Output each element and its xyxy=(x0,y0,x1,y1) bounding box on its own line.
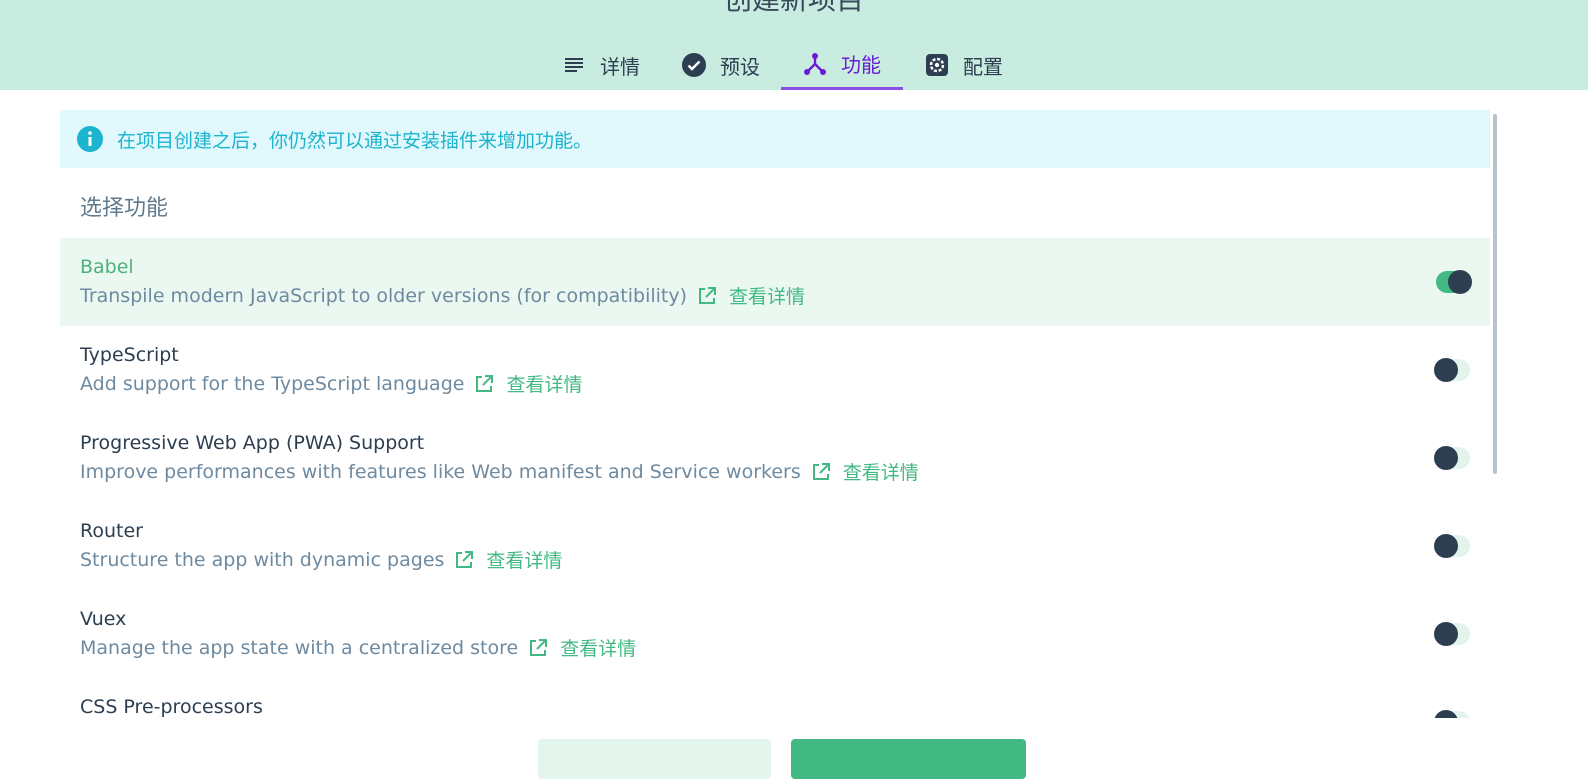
toggle-knob xyxy=(1434,622,1458,646)
tab-label: 配置 xyxy=(963,54,1003,79)
feature-name: Vuex xyxy=(80,608,127,630)
gear-icon xyxy=(925,53,949,77)
details-link-label: 查看详情 xyxy=(729,286,806,308)
details-link[interactable]: 查看详情 xyxy=(697,282,805,309)
external-link-icon xyxy=(697,286,717,306)
feature-pwa[interactable]: Progressive Web App (PWA) Support Improv… xyxy=(60,414,1490,502)
info-icon xyxy=(77,126,103,152)
section-title: 选择功能 xyxy=(80,196,169,221)
feature-description-text: Manage the app state with a centralized … xyxy=(80,636,519,659)
details-link-label: 查看详情 xyxy=(842,462,919,484)
details-link[interactable]: 查看详情 xyxy=(528,634,636,661)
tab-presets[interactable]: 预设 xyxy=(682,40,760,90)
feature-toggle[interactable] xyxy=(1434,358,1470,382)
toggle-knob xyxy=(1434,446,1458,470)
feature-name: TypeScript xyxy=(80,344,179,366)
tab-details[interactable]: 详情 xyxy=(562,40,640,90)
feature-name: Router xyxy=(80,520,143,542)
tab-config[interactable]: 配置 xyxy=(925,40,1003,90)
details-link[interactable]: 查看详情 xyxy=(454,546,562,573)
external-link-icon xyxy=(811,462,831,482)
tab-features[interactable]: 功能 xyxy=(781,40,903,90)
details-link-label: 查看详情 xyxy=(486,550,563,572)
fork-icon xyxy=(803,52,827,76)
list-icon xyxy=(562,53,586,77)
feature-description: Improve performances with features like … xyxy=(80,458,919,485)
features-panel: 在项目创建之后，你仍然可以通过安装插件来增加功能。 选择功能 Babel Tra… xyxy=(60,110,1490,718)
toggle-knob xyxy=(1434,710,1458,718)
tab-label: 功能 xyxy=(841,53,881,77)
feature-name: Progressive Web App (PWA) Support xyxy=(80,432,425,454)
header: 创建新项目 详情 预设 功能 配置 xyxy=(0,0,1588,90)
feature-toggle[interactable] xyxy=(1434,622,1470,646)
toggle-knob xyxy=(1434,358,1458,382)
feature-babel[interactable]: Babel Transpile modern JavaScript to old… xyxy=(60,238,1490,326)
feature-vuex[interactable]: Vuex Manage the app state with a central… xyxy=(60,590,1490,678)
feature-toggle[interactable] xyxy=(1434,710,1470,718)
info-text: 在项目创建之后，你仍然可以通过安装插件来增加功能。 xyxy=(117,129,593,152)
info-banner: 在项目创建之后，你仍然可以通过安装插件来增加功能。 xyxy=(60,110,1490,168)
tab-label: 预设 xyxy=(720,54,760,79)
feature-description-text: Transpile modern JavaScript to older ver… xyxy=(80,284,688,307)
previous-button[interactable] xyxy=(538,739,771,779)
feature-name: Babel xyxy=(80,256,134,278)
feature-toggle[interactable] xyxy=(1434,446,1470,470)
feature-description: Structure the app with dynamic pages 查看详… xyxy=(80,546,562,573)
details-link-label: 查看详情 xyxy=(560,638,637,660)
check-circle-icon xyxy=(682,53,706,77)
toggle-knob xyxy=(1448,270,1472,294)
feature-description: Transpile modern JavaScript to older ver… xyxy=(80,282,805,309)
scrollbar[interactable] xyxy=(1493,114,1497,474)
page-title: 创建新项目 xyxy=(0,0,1588,16)
external-link-icon xyxy=(474,374,494,394)
toggle-knob xyxy=(1434,534,1458,558)
feature-description-text: Add support for the TypeScript language xyxy=(80,372,465,395)
feature-router[interactable]: Router Structure the app with dynamic pa… xyxy=(60,502,1490,590)
feature-description: Manage the app state with a centralized … xyxy=(80,634,636,661)
feature-name: CSS Pre-processors xyxy=(80,696,263,718)
feature-toggle[interactable] xyxy=(1434,534,1470,558)
feature-description-text: Structure the app with dynamic pages xyxy=(80,548,445,571)
feature-css-preprocessors[interactable]: CSS Pre-processors xyxy=(60,678,1490,718)
details-link-label: 查看详情 xyxy=(506,374,583,396)
details-link[interactable]: 查看详情 xyxy=(811,458,919,485)
external-link-icon xyxy=(454,550,474,570)
details-link[interactable]: 查看详情 xyxy=(474,370,582,397)
feature-typescript[interactable]: TypeScript Add support for the TypeScrip… xyxy=(60,326,1490,414)
feature-toggle[interactable] xyxy=(1436,270,1472,294)
feature-description: Add support for the TypeScript language … xyxy=(80,370,582,397)
external-link-icon xyxy=(528,638,548,658)
tab-bar: 详情 预设 功能 配置 xyxy=(0,40,1588,90)
next-button[interactable] xyxy=(791,739,1026,779)
tab-label: 详情 xyxy=(600,54,640,79)
feature-description-text: Improve performances with features like … xyxy=(80,460,801,483)
